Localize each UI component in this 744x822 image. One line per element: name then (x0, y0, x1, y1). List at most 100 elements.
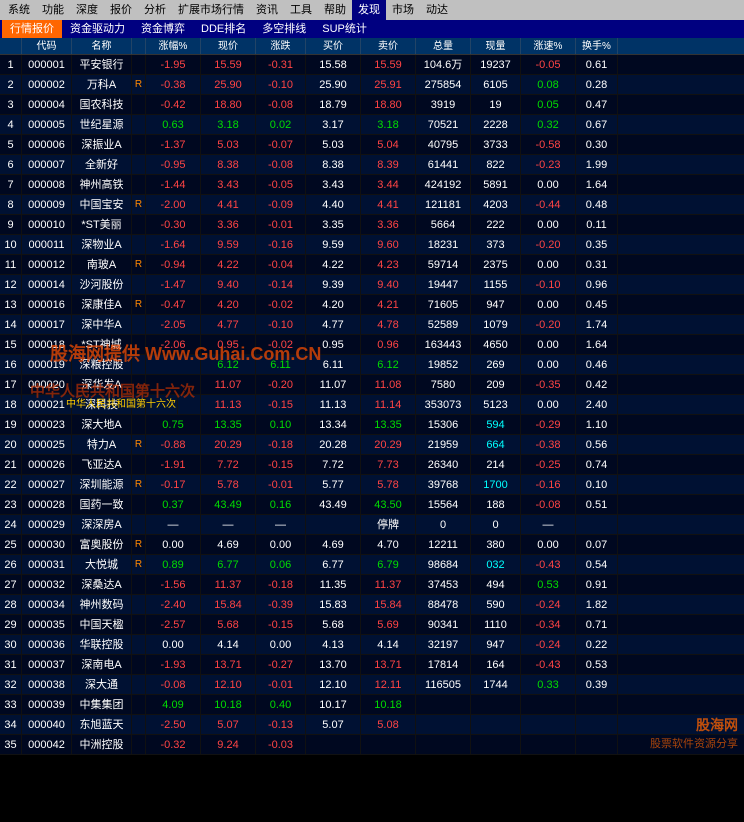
cell-speed: -0.20 (521, 315, 576, 334)
cell-name: 富奥股份 (72, 535, 132, 554)
top-menu-item-4[interactable]: 分析 (138, 0, 172, 20)
table-row[interactable]: 31000037深南电A-1.9313.71-0.2713.7013.71178… (0, 655, 744, 675)
table-row[interactable]: 17000020深华发A11.07-0.2011.0711.087580209-… (0, 375, 744, 395)
top-menu-item-11[interactable]: 动达 (420, 0, 454, 20)
cell-speed (521, 735, 576, 754)
table-row[interactable]: 35000042中洲控股-0.329.24-0.03 (0, 735, 744, 755)
cell-price: 9.24 (201, 735, 256, 754)
table-row[interactable]: 13000016深康佳AR-0.474.20-0.024.204.2171605… (0, 295, 744, 315)
table-row[interactable]: 2000002万科AR-0.3825.90-0.1025.9025.912758… (0, 75, 744, 95)
cell-speed: 0.00 (521, 535, 576, 554)
cell-cur: 822 (471, 155, 521, 174)
col-vol-header: 总量 (416, 38, 471, 54)
table-row[interactable]: 26000031大悦城R0.896.770.066.776.7998684032… (0, 555, 744, 575)
table-body: 1000001平安银行-1.9515.59-0.3115.5815.59104.… (0, 55, 744, 755)
cell-name: 东旭蓝天 (72, 715, 132, 734)
cell-speed: -0.43 (521, 555, 576, 574)
logo-line1: 股海网 (696, 715, 738, 735)
table-row[interactable]: 12000014沙河股份-1.479.40-0.149.399.40194471… (0, 275, 744, 295)
cell-change: 6.11 (256, 355, 306, 374)
table-row[interactable]: 7000008神州高铁-1.443.43-0.053.433.444241925… (0, 175, 744, 195)
cell-num: 26 (0, 555, 22, 574)
table-row[interactable]: 24000029深深房A———停牌00— (0, 515, 744, 535)
cell-cur: 4203 (471, 195, 521, 214)
sub-menu-item-5[interactable]: SUP统计 (314, 20, 375, 38)
cell-speed: -0.29 (521, 415, 576, 434)
table-row[interactable]: 32000038深大通-0.0812.10-0.0112.1012.111165… (0, 675, 744, 695)
cell-turn: 0.51 (576, 495, 618, 514)
cell-vol: 121181 (416, 195, 471, 214)
cell-price: 5.07 (201, 715, 256, 734)
table-row[interactable]: 22000027深圳能源R-0.175.78-0.015.775.7839768… (0, 475, 744, 495)
table-row[interactable]: 27000032深桑达A-1.5611.37-0.1811.3511.37374… (0, 575, 744, 595)
col-speed-header: 涨速% (521, 38, 576, 54)
top-menu-item-9[interactable]: 发现 (352, 0, 386, 20)
sub-menu-item-1[interactable]: 资金驱动力 (62, 20, 133, 38)
top-menu-item-5[interactable]: 扩展市场行情 (172, 0, 250, 20)
cell-cur: 032 (471, 555, 521, 574)
cell-sell: 15.59 (361, 55, 416, 74)
table-row[interactable]: 34000040东旭蓝天-2.505.07-0.135.075.08 (0, 715, 744, 735)
cell-price: 4.14 (201, 635, 256, 654)
table-row[interactable]: 6000007全新好-0.958.38-0.088.388.3961441822… (0, 155, 744, 175)
cell-cur: 1079 (471, 315, 521, 334)
cell-code: 000031 (22, 555, 72, 574)
table-row[interactable]: 16000019深粮控股6.126.116.116.12198522690.00… (0, 355, 744, 375)
top-menu-item-0[interactable]: 系统 (2, 0, 36, 20)
cell-speed: 0.08 (521, 75, 576, 94)
cell-name: 中国宝安 (72, 195, 132, 214)
table-row[interactable]: 20000025特力AR-0.8820.29-0.1820.2820.29219… (0, 435, 744, 455)
top-menu-item-3[interactable]: 报价 (104, 0, 138, 20)
col-price-header: 现价 (201, 38, 256, 54)
table-row[interactable]: 10000011深物业A-1.649.59-0.169.599.60182313… (0, 235, 744, 255)
top-menu-item-10[interactable]: 市场 (386, 0, 420, 20)
cell-name: 全新好 (72, 155, 132, 174)
sub-menu-item-3[interactable]: DDE排名 (193, 20, 254, 38)
table-row[interactable]: 30000036华联控股0.004.140.004.134.1432197947… (0, 635, 744, 655)
cell-vol: 59714 (416, 255, 471, 274)
cell-speed: -0.38 (521, 435, 576, 454)
sub-menu-item-0[interactable]: 行情报价 (2, 20, 62, 38)
cell-change: 0.16 (256, 495, 306, 514)
table-row[interactable]: 19000023深大地A0.7513.350.1013.3413.3515306… (0, 415, 744, 435)
table-row[interactable]: 21000026飞亚达A-1.917.72-0.157.727.73263402… (0, 455, 744, 475)
table-row[interactable]: 23000028国药一致0.3743.490.1643.4943.5015564… (0, 495, 744, 515)
table-row[interactable]: 9000010*ST美丽-0.303.36-0.013.353.36566422… (0, 215, 744, 235)
table-row[interactable]: 11000012南玻AR-0.944.22-0.044.224.23597142… (0, 255, 744, 275)
table-row[interactable]: 18000021深科技11.13-0.1511.1311.14353073512… (0, 395, 744, 415)
cell-vol: 424192 (416, 175, 471, 194)
table-row[interactable]: 33000039中集集团4.0910.180.4010.1710.18 (0, 695, 744, 715)
table-row[interactable]: 28000034神州数码-2.4015.84-0.3915.8315.84884… (0, 595, 744, 615)
cell-price: 11.07 (201, 375, 256, 394)
cell-name: 沙河股份 (72, 275, 132, 294)
table-row[interactable]: 1000001平安银行-1.9515.59-0.3115.5815.59104.… (0, 55, 744, 75)
cell-price: 4.69 (201, 535, 256, 554)
top-menu-item-7[interactable]: 工具 (284, 0, 318, 20)
table-row[interactable]: 29000035中国天楹-2.575.68-0.155.685.69903411… (0, 615, 744, 635)
cell-pct: 0.89 (146, 555, 201, 574)
table-row[interactable]: 5000006深振业A-1.375.03-0.075.035.044079537… (0, 135, 744, 155)
table-row[interactable]: 8000009中国宝安R-2.004.41-0.094.404.41121181… (0, 195, 744, 215)
table-row[interactable]: 4000005世纪星源0.633.180.023.173.18705212228… (0, 115, 744, 135)
table-row[interactable]: 14000017深中华A-2.054.77-0.104.774.78525891… (0, 315, 744, 335)
table-row[interactable]: 15000018*ST神城-2.060.95-0.020.950.9616344… (0, 335, 744, 355)
top-menu-item-6[interactable]: 资讯 (250, 0, 284, 20)
cell-code: 000038 (22, 675, 72, 694)
top-menu-item-8[interactable]: 帮助 (318, 0, 352, 20)
cell-num: 12 (0, 275, 22, 294)
cell-cur: 19237 (471, 55, 521, 74)
cell-turn: 0.46 (576, 355, 618, 374)
cell-price: 6.12 (201, 355, 256, 374)
cell-vol: 71605 (416, 295, 471, 314)
top-menu-item-2[interactable]: 深度 (70, 0, 104, 20)
table-row[interactable]: 3000004国农科技-0.4218.80-0.0818.7918.803919… (0, 95, 744, 115)
top-menu-item-1[interactable]: 功能 (36, 0, 70, 20)
cell-flag (132, 115, 146, 134)
cell-flag (132, 455, 146, 474)
sub-menu-item-4[interactable]: 多空排线 (254, 20, 314, 38)
table-row[interactable]: 25000030富奥股份R0.004.690.004.694.701221138… (0, 535, 744, 555)
sub-menu-item-2[interactable]: 资金博弈 (133, 20, 193, 38)
cell-name: 南玻A (72, 255, 132, 274)
cell-change: 0.00 (256, 535, 306, 554)
cell-buy: 11.35 (306, 575, 361, 594)
